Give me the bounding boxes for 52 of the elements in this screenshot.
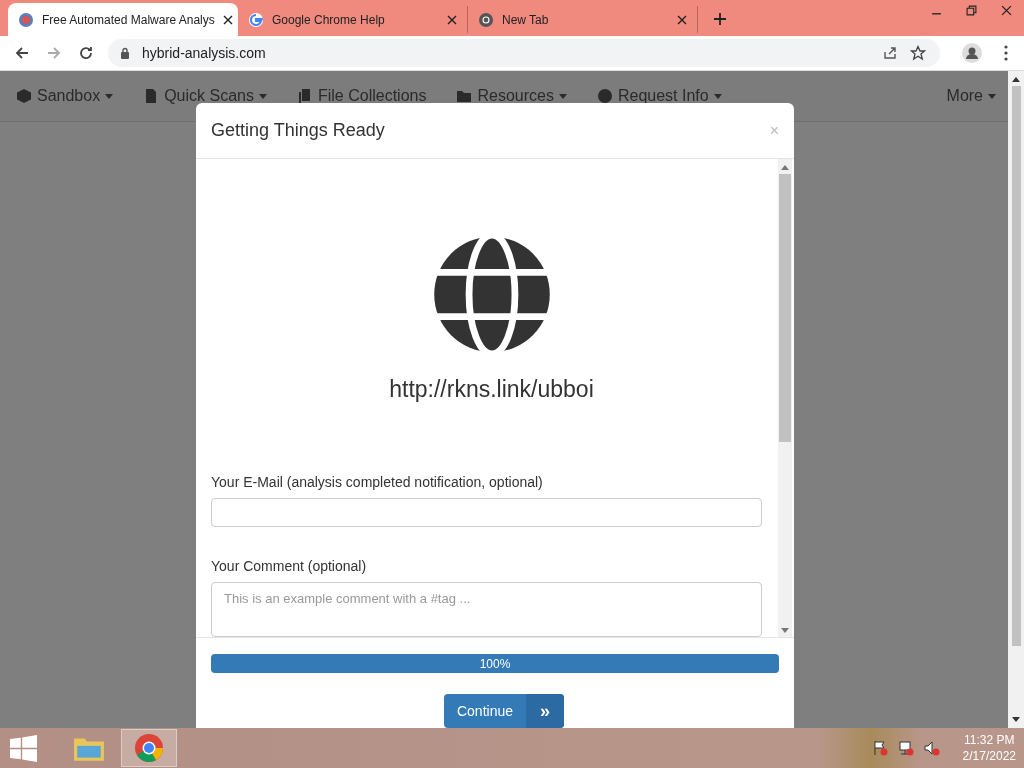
field-label: Your E-Mail (analysis completed notification, optional) <box>211 473 543 490</box>
comment-field[interactable]: This is an example comment with a #tag ... <box>211 582 762 637</box>
caret-icon <box>259 93 267 99</box>
caret-icon <box>713 93 722 99</box>
share-icon[interactable] <box>882 45 898 61</box>
close-icon[interactable] <box>1001 5 1012 16</box>
taskbar-button[interactable] <box>121 729 177 767</box>
field-label: Your Comment (optional) <box>211 558 367 575</box>
nav-menu-item[interactable]: File Collections <box>297 87 427 105</box>
close-icon[interactable] <box>222 14 233 25</box>
caret-icon <box>105 93 114 99</box>
dialog-title: Getting Things Ready <box>211 120 386 141</box>
reload-icon[interactable] <box>78 45 94 61</box>
star-icon[interactable] <box>910 45 926 61</box>
clock-date: 2/17/2022 <box>962 749 1016 763</box>
continue-button[interactable]: Continue » <box>443 694 564 728</box>
network-icon <box>897 740 914 756</box>
restore-icon[interactable] <box>966 5 977 16</box>
clock-time: 11:32 PM <box>964 733 1015 747</box>
new-tab-icon[interactable] <box>714 13 726 25</box>
profile-icon[interactable] <box>962 43 982 63</box>
files-icon <box>297 88 313 104</box>
progress-label: 100% <box>479 656 511 671</box>
scroll-up-icon[interactable] <box>1012 77 1020 82</box>
caret-icon <box>988 93 996 99</box>
speaker-icon <box>923 740 940 756</box>
browser-tab[interactable]: New Tab <box>468 6 698 33</box>
analyzed-url: http://rkns.link/ubboi <box>389 375 594 403</box>
nav-menu-item[interactable]: Sandbox <box>16 87 114 105</box>
cube-icon <box>16 88 32 104</box>
nav-menu-item[interactable]: Resources <box>456 87 567 105</box>
address-bar[interactable]: hybrid-analysis.com <box>108 39 940 67</box>
windows-logo-icon[interactable] <box>10 734 37 762</box>
more-menu[interactable]: More <box>946 87 996 105</box>
close-icon[interactable] <box>447 14 457 25</box>
nav-menu-item[interactable]: Quick Scans <box>143 87 267 105</box>
chrome-icon <box>478 11 494 28</box>
close-button[interactable]: × <box>769 121 779 140</box>
flag-icon <box>871 740 888 756</box>
browser-tab[interactable]: Free Automated Malware Analys <box>8 3 238 36</box>
email-field[interactable] <box>211 497 762 528</box>
chrome-icon <box>133 733 165 763</box>
scroll-down-icon[interactable] <box>1012 717 1020 722</box>
nav-menu-item[interactable]: Request Info <box>596 87 722 105</box>
menu-icon[interactable] <box>1004 45 1008 61</box>
google-icon <box>248 11 264 28</box>
browser-tab[interactable]: Google Chrome Help <box>238 6 468 33</box>
back-icon[interactable] <box>14 45 30 61</box>
close-icon[interactable] <box>677 14 687 25</box>
lock-icon <box>120 47 130 59</box>
page-scrollbar[interactable] <box>1008 71 1024 728</box>
caret-icon <box>558 93 567 99</box>
